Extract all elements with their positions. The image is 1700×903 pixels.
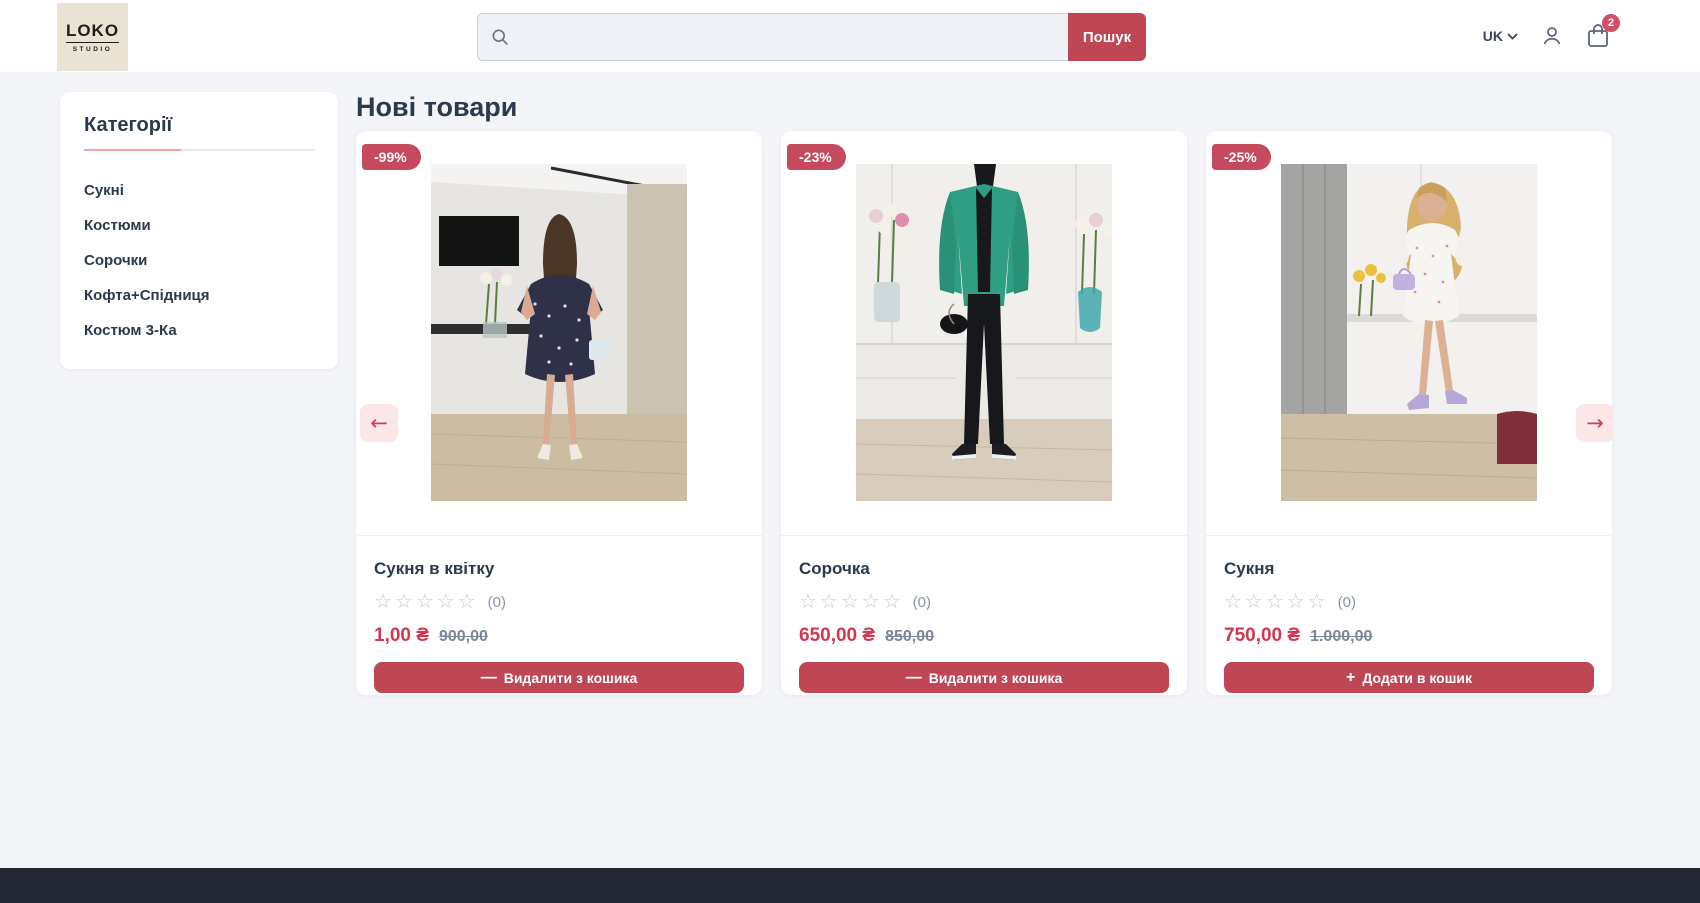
logo-subtext: STUDIO [73, 46, 113, 53]
footer [0, 868, 1700, 903]
product-card: -25% Сукня ☆☆☆☆☆ (0) 750,00 ₴ 1.000,00 +… [1206, 131, 1612, 695]
carousel-next-button[interactable]: → [1576, 404, 1614, 442]
price-row: 650,00 ₴ 850,00 [799, 625, 1169, 647]
cart-count-badge: 2 [1602, 14, 1620, 32]
logo-text: LOKO [66, 21, 119, 43]
chevron-down-icon [1507, 33, 1518, 40]
sidebar-item-kofta-spidnytsia[interactable]: Кофта+Спідниця [84, 278, 314, 313]
arrow-right-icon: → [1586, 411, 1604, 435]
search-box [477, 13, 1068, 61]
product-image[interactable] [856, 164, 1112, 501]
rating-count: (0) [1338, 594, 1356, 611]
categories-title: Категорії [84, 114, 314, 137]
product-info: Сукня в квітку ☆☆☆☆☆ (0) 1,00 ₴ 900,00 —… [356, 535, 762, 693]
old-price: 1.000,00 [1310, 628, 1372, 646]
rating-row: ☆☆☆☆☆ (0) [799, 592, 1169, 612]
product-image[interactable] [431, 164, 687, 501]
sidebar-item-sukni[interactable]: Сукні [84, 173, 314, 208]
price-row: 1,00 ₴ 900,00 [374, 625, 744, 647]
rating-row: ☆☆☆☆☆ (0) [1224, 592, 1594, 612]
cart-button-label: Видалити з кошика [929, 670, 1063, 686]
header-actions: UK 2 [1483, 0, 1610, 72]
product-card: -99% Сукня в квітку ☆☆☆☆☆ (0) 1,00 ₴ 900… [356, 131, 762, 695]
account-button[interactable] [1540, 24, 1564, 48]
sidebar-item-sorochky[interactable]: Сорочки [84, 243, 314, 278]
sidebar-item-kostium-3ka[interactable]: Костюм 3-Ка [84, 313, 314, 348]
arrow-left-icon: ← [370, 411, 388, 435]
star-icons: ☆☆☆☆☆ [799, 592, 904, 612]
page-title: Нові товари [356, 92, 517, 123]
product-name[interactable]: Сукня [1224, 559, 1594, 579]
rating-row: ☆☆☆☆☆ (0) [374, 592, 744, 612]
product-info: Сорочка ☆☆☆☆☆ (0) 650,00 ₴ 850,00 — Вида… [781, 535, 1187, 693]
old-price: 900,00 [439, 628, 488, 646]
language-label: UK [1483, 28, 1503, 44]
language-selector[interactable]: UK [1483, 28, 1518, 44]
cart-button[interactable]: 2 [1586, 23, 1610, 49]
categories-list: Сукні Костюми Сорочки Кофта+Спідниця Кос… [84, 173, 314, 348]
logo[interactable]: LOKO STUDIO [57, 3, 128, 71]
categories-divider [84, 149, 314, 151]
product-info: Сукня ☆☆☆☆☆ (0) 750,00 ₴ 1.000,00 + Дода… [1206, 535, 1612, 693]
carousel-prev-button[interactable]: ← [360, 404, 398, 442]
search-icon [490, 27, 510, 47]
categories-panel: Категорії Сукні Костюми Сорочки Кофта+Сп… [60, 92, 338, 369]
discount-badge: -99% [362, 144, 421, 170]
remove-from-cart-button[interactable]: — Видалити з кошика [374, 662, 744, 693]
user-icon [1540, 24, 1564, 48]
search-bar: Пошук [477, 13, 1146, 61]
discount-badge: -25% [1212, 144, 1271, 170]
plus-icon: + [1346, 670, 1355, 686]
header: LOKO STUDIO Пошук UK [0, 0, 1700, 72]
minus-icon: — [906, 670, 922, 686]
current-price: 750,00 ₴ [1224, 625, 1300, 647]
cart-button-label: Видалити з кошика [504, 670, 638, 686]
rating-count: (0) [913, 594, 931, 611]
star-icons: ☆☆☆☆☆ [1224, 592, 1329, 612]
current-price: 650,00 ₴ [799, 625, 875, 647]
current-price: 1,00 ₴ [374, 625, 429, 647]
search-input[interactable] [510, 14, 1068, 60]
discount-badge: -23% [787, 144, 846, 170]
product-image[interactable] [1281, 164, 1537, 501]
product-card: -23% Сорочка ☆☆☆☆☆ (0) 650,00 ₴ 850,00 —… [781, 131, 1187, 695]
old-price: 850,00 [885, 628, 934, 646]
add-to-cart-button[interactable]: + Додати в кошик [1224, 662, 1594, 693]
star-icons: ☆☆☆☆☆ [374, 592, 479, 612]
product-name[interactable]: Сорочка [799, 559, 1169, 579]
sidebar-item-kostiumy[interactable]: Костюми [84, 208, 314, 243]
cart-button-label: Додати в кошик [1362, 670, 1472, 686]
minus-icon: — [481, 670, 497, 686]
search-button[interactable]: Пошук [1068, 13, 1146, 61]
price-row: 750,00 ₴ 1.000,00 [1224, 625, 1594, 647]
product-name[interactable]: Сукня в квітку [374, 559, 744, 579]
rating-count: (0) [488, 594, 506, 611]
remove-from-cart-button[interactable]: — Видалити з кошика [799, 662, 1169, 693]
